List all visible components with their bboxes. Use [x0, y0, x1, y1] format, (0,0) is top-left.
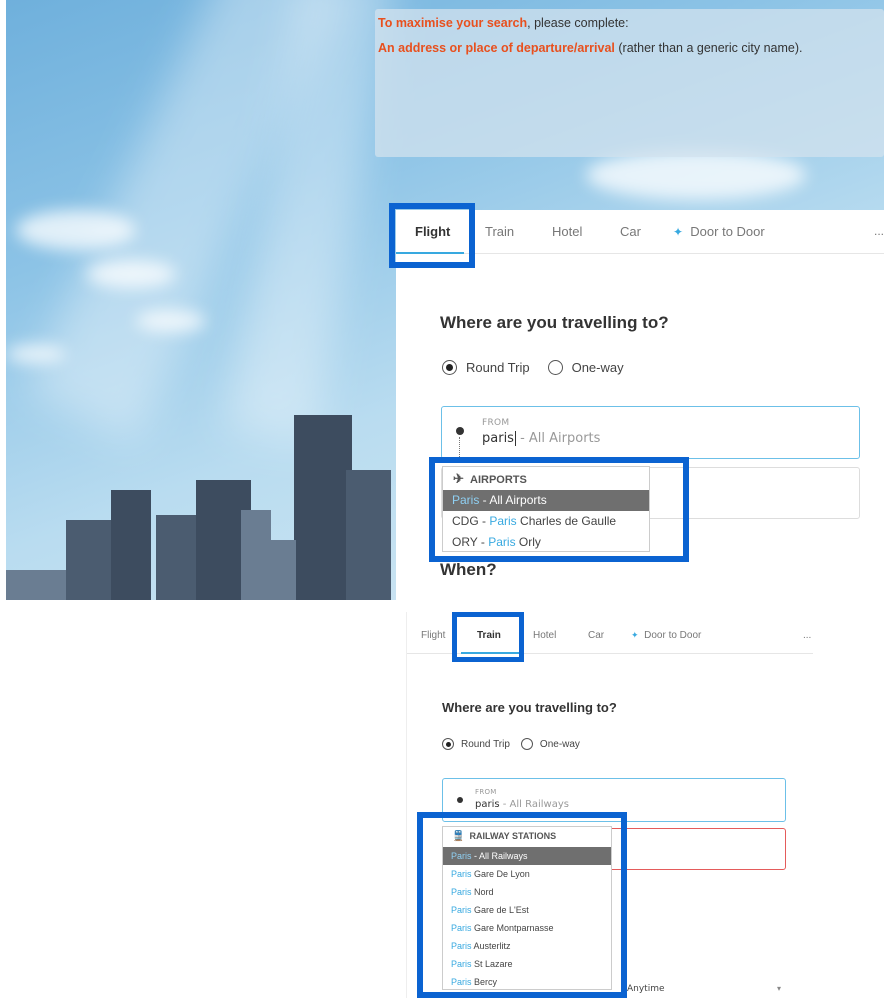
dropdown-header: 🚆 RAILWAY STATIONS	[443, 827, 611, 847]
autocomplete-hint: - All Railways	[499, 799, 569, 810]
suggestion-text: Gare Montparnasse	[471, 923, 554, 933]
round-trip-radio[interactable]	[442, 738, 454, 750]
from-field[interactable]: FROM paris - All Railways	[442, 778, 786, 822]
from-label: FROM	[475, 788, 497, 796]
suggestion-text: St Lazare	[471, 959, 513, 969]
sparkle-icon: ✦	[673, 225, 684, 239]
notice-highlight: An address or place of departure/arrival	[378, 41, 615, 55]
airport-suggestions-dropdown: ✈ AIRPORTS Paris - All Airports CDG - Pa…	[442, 466, 650, 552]
tab-hotel[interactable]: Hotel	[552, 224, 582, 239]
airport-code: CDG -	[452, 514, 490, 528]
from-field[interactable]: FROM paris - All Airports	[441, 406, 860, 461]
suggestion-text: - All Railways	[471, 851, 528, 861]
suggestion-item[interactable]: Paris Bercy	[443, 973, 611, 991]
tab-flight[interactable]: Flight	[421, 630, 445, 641]
suggestion-item[interactable]: Paris - All Railways	[443, 847, 611, 865]
typed-text: paris	[482, 431, 514, 446]
round-trip-radio[interactable]	[442, 360, 457, 375]
suggestion-item[interactable]: CDG - Paris Charles de Gaulle	[443, 511, 649, 532]
tab-car[interactable]: Car	[588, 630, 604, 641]
trip-type-group: Round Trip One-way	[442, 738, 580, 750]
suggestion-item[interactable]: Paris Nord	[443, 883, 611, 901]
autocomplete-hint: - All Airports	[515, 431, 601, 446]
airport-code: ORY -	[452, 535, 489, 549]
origin-dot-icon	[457, 797, 463, 803]
one-way-label[interactable]: One-way	[540, 739, 580, 750]
notice-text: , please complete:	[527, 16, 629, 30]
match-text: Paris	[451, 941, 472, 951]
suggestion-item[interactable]: ORY - Paris Orly	[443, 532, 649, 553]
suggestion-text: Gare De Lyon	[471, 869, 530, 879]
match-text: Paris	[489, 514, 517, 528]
tab-door-to-door[interactable]: ✦ Door to Door	[631, 630, 701, 641]
suggestion-item[interactable]: Paris Gare De Lyon	[443, 865, 611, 883]
from-input-value[interactable]: paris - All Airports	[482, 431, 600, 446]
when-heading: When?	[440, 560, 497, 579]
match-text: Paris	[452, 493, 480, 507]
one-way-radio[interactable]	[547, 360, 563, 375]
match-text: Paris	[451, 887, 472, 897]
suggestion-text: Gare de L'Est	[471, 905, 529, 915]
destination-heading: Where are you travelling to?	[440, 313, 669, 332]
tab-hotel[interactable]: Hotel	[533, 630, 556, 641]
from-label: FROM	[482, 418, 510, 428]
origin-dot-icon	[456, 427, 464, 435]
tab-label: Door to Door	[644, 630, 702, 641]
active-tab-indicator	[396, 252, 464, 254]
airplane-icon: ✈	[453, 471, 464, 486]
header-label: AIRPORTS	[470, 474, 527, 486]
tab-car[interactable]: Car	[620, 224, 641, 239]
dropdown-header: ✈ AIRPORTS	[443, 467, 649, 490]
chevron-down-icon[interactable]: ▾	[777, 984, 781, 993]
route-connector	[459, 437, 460, 461]
tab-door-to-door[interactable]: ✦ Door to Door	[673, 224, 765, 239]
match-text: Paris	[451, 923, 472, 933]
match-text: Paris	[451, 851, 472, 861]
round-trip-label[interactable]: Round Trip	[466, 360, 530, 375]
match-text: Paris	[451, 905, 472, 915]
search-tip-notice: To maximise your search, please complete…	[375, 9, 884, 157]
suggestion-item[interactable]: Paris St Lazare	[443, 955, 611, 973]
sparkle-icon: ✦	[631, 630, 639, 640]
suggestion-text: - All Airports	[479, 493, 547, 507]
tab-label: Door to Door	[690, 224, 765, 239]
tab-bar: Flight Train Hotel Car ✦ Door to Door ..…	[407, 612, 813, 654]
match-text: Paris	[488, 535, 516, 549]
suggestion-text: Bercy	[471, 977, 498, 987]
more-tabs-button[interactable]: ...	[803, 630, 811, 641]
match-text: Paris	[451, 959, 472, 969]
from-input-value[interactable]: paris - All Railways	[475, 799, 569, 810]
trip-type-group: Round Trip One-way	[442, 360, 624, 375]
train-icon: 🚆	[452, 831, 465, 842]
active-tab-indicator	[461, 652, 521, 654]
suggestion-item[interactable]: Paris - All Airports	[443, 490, 649, 511]
one-way-radio[interactable]	[520, 738, 533, 750]
suggestion-text: Nord	[471, 887, 494, 897]
destination-heading: Where are you travelling to?	[442, 700, 617, 715]
city-skyline	[6, 400, 406, 600]
more-tabs-button[interactable]: ...	[874, 224, 884, 238]
railway-suggestions-dropdown: 🚆 RAILWAY STATIONS Paris - All Railways …	[442, 826, 612, 990]
time-select[interactable]: Anytime	[627, 984, 665, 994]
suggestion-item[interactable]: Paris Austerlitz	[443, 937, 611, 955]
one-way-label[interactable]: One-way	[572, 360, 624, 375]
header-label: RAILWAY STATIONS	[469, 831, 557, 841]
notice-highlight: To maximise your search	[378, 16, 528, 30]
tab-bar: Flight Train Hotel Car ✦ Door to Door ..…	[396, 210, 884, 254]
round-trip-label[interactable]: Round Trip	[461, 739, 510, 750]
notice-text: (rather than a generic city name).	[614, 41, 803, 55]
suggestion-text: Charles de Gaulle	[516, 514, 617, 528]
tab-train[interactable]: Train	[485, 224, 514, 239]
suggestion-text: Austerlitz	[471, 941, 511, 951]
suggestion-item[interactable]: Paris Gare Montparnasse	[443, 919, 611, 937]
tab-train[interactable]: Train	[477, 630, 501, 641]
suggestion-item[interactable]: Paris Gare de L'Est	[443, 901, 611, 919]
tab-flight[interactable]: Flight	[415, 224, 450, 239]
suggestion-text: Orly	[515, 535, 541, 549]
typed-text: paris	[475, 799, 500, 810]
match-text: Paris	[451, 977, 472, 987]
match-text: Paris	[451, 869, 472, 879]
